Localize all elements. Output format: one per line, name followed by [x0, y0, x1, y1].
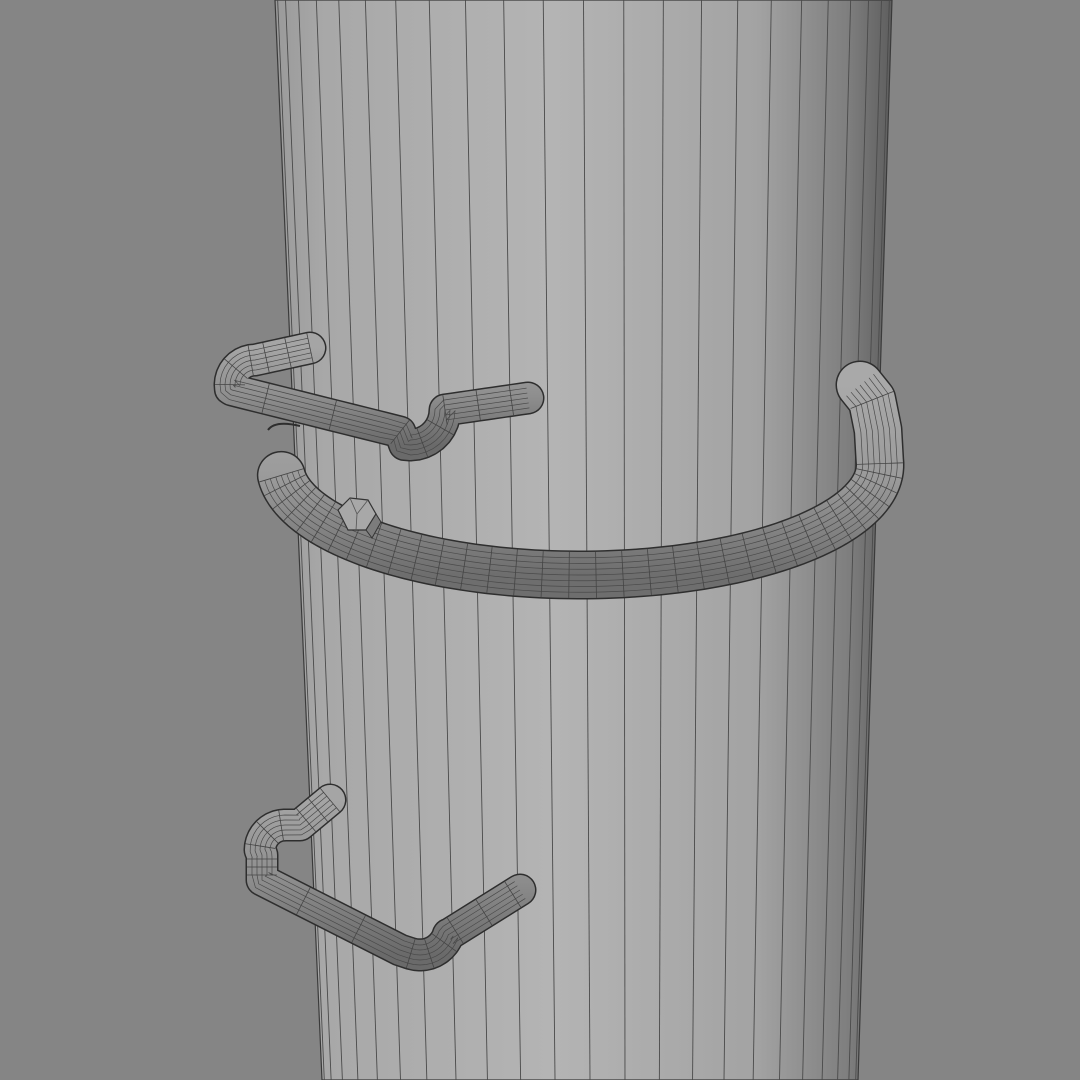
3d-viewport[interactable] — [0, 0, 1080, 1080]
wireframe-scene — [213, 0, 905, 1080]
